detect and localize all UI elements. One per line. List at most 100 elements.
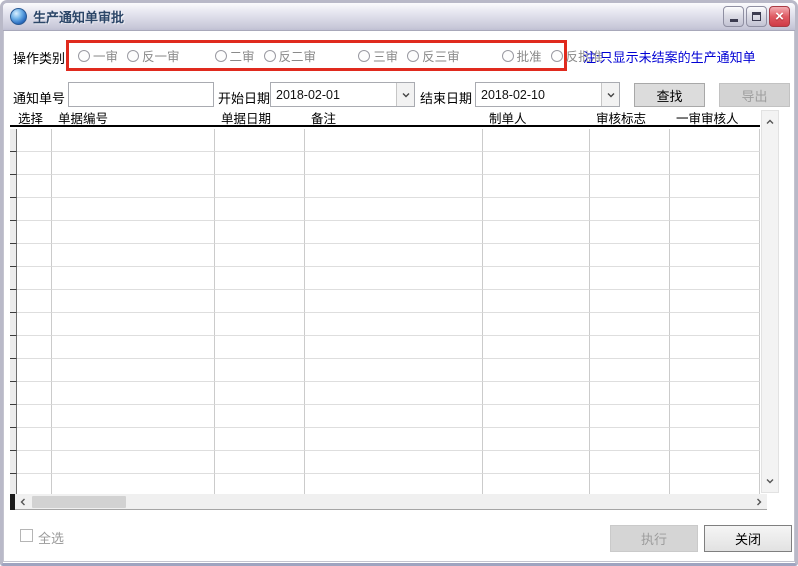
table-cell [17,221,52,244]
radio-icon[interactable] [264,50,276,62]
chevron-down-icon[interactable] [601,83,619,106]
scroll-left-button[interactable] [15,494,31,510]
table-header-cell[interactable]: 一审审核人 [670,108,760,127]
radio-option-反三审[interactable]: 反三审 [407,46,460,65]
scroll-down-button[interactable] [762,473,778,489]
table-row[interactable] [10,129,760,152]
radio-icon[interactable] [502,50,514,62]
select-all-checkbox[interactable] [20,529,33,542]
table-cell [17,129,52,152]
notice-number-input[interactable] [68,82,214,107]
table-cell [52,175,215,198]
table-cell [52,152,215,175]
table-row[interactable] [10,359,760,382]
table-cell [52,359,215,382]
globe-app-icon [10,8,27,25]
table-header-cell[interactable]: 单据编号 [52,108,215,127]
radio-option-批准[interactable]: 批准 [502,46,542,65]
table-cell [483,313,590,336]
start-date-select[interactable]: 2018-02-01 [270,82,415,107]
radio-option-一审[interactable]: 一审 [78,46,118,65]
table-row[interactable] [10,244,760,267]
radio-icon[interactable] [551,50,563,62]
table-cell [305,244,483,267]
scroll-right-button[interactable] [751,494,767,510]
search-button[interactable]: 查找 [634,83,705,107]
radio-option-二审[interactable]: 二审 [215,46,255,65]
table-cell [305,382,483,405]
maximize-button[interactable] [746,6,767,27]
radio-option-反一审[interactable]: 反一审 [127,46,180,65]
table-cell [670,359,760,382]
table-row[interactable] [10,175,760,198]
table-cell [215,267,305,290]
radio-label: 三审 [373,46,398,65]
table-cell [305,129,483,152]
minimize-button[interactable] [723,6,744,27]
table-body [10,129,760,497]
horizontal-scrollbar[interactable] [10,494,767,510]
table-row[interactable] [10,267,760,290]
radio-icon[interactable] [407,50,419,62]
row-indicator [10,198,17,221]
table-cell [670,405,760,428]
table-cell [483,359,590,382]
radio-label: 反三审 [422,46,460,65]
table-row[interactable] [10,451,760,474]
table-cell [215,336,305,359]
table-row[interactable] [10,198,760,221]
radio-icon[interactable] [215,50,227,62]
row-indicator [10,152,17,175]
end-date-select[interactable]: 2018-02-10 [475,82,620,107]
table-row[interactable] [10,336,760,359]
table-cell [305,267,483,290]
radio-option-三审[interactable]: 三审 [358,46,398,65]
table-row[interactable] [10,152,760,175]
row-indicator [10,382,17,405]
table-row[interactable] [10,382,760,405]
table-header-cell[interactable]: 备注 [305,108,483,127]
table-cell [590,290,670,313]
table-cell [215,359,305,382]
close-window-button[interactable]: × [769,6,790,27]
radio-option-反二审[interactable]: 反二审 [264,46,317,65]
chevron-down-icon[interactable] [396,83,414,106]
table-row[interactable] [10,428,760,451]
table-cell [670,152,760,175]
table-cell [670,129,760,152]
table-cell [483,129,590,152]
table-row[interactable] [10,221,760,244]
table-cell [52,336,215,359]
table-cell [590,313,670,336]
table-cell [215,221,305,244]
scroll-up-button[interactable] [762,114,778,130]
close-button[interactable]: 关闭 [704,525,792,552]
table-cell [483,175,590,198]
export-button: 导出 [719,83,790,107]
table-header-cell[interactable]: 单据日期 [215,108,305,127]
table-cell [305,198,483,221]
table-row[interactable] [10,405,760,428]
table-header-cell[interactable]: 审核标志 [590,108,670,127]
table-cell [52,244,215,267]
table-cell [305,428,483,451]
table-cell [305,290,483,313]
radio-icon[interactable] [127,50,139,62]
radio-icon[interactable] [358,50,370,62]
table-row[interactable] [10,313,760,336]
table-cell [215,405,305,428]
table-cell [670,451,760,474]
table-header-cell[interactable]: 选择 [10,108,52,127]
vertical-scrollbar[interactable] [761,110,779,493]
table-header-cell[interactable]: 制单人 [483,108,590,127]
radio-icon[interactable] [78,50,90,62]
table-cell [215,290,305,313]
table-cell [590,451,670,474]
maximize-icon [752,12,761,21]
scrollbar-thumb[interactable] [32,496,126,508]
table-cell [215,129,305,152]
table-cell [17,382,52,405]
table-row[interactable] [10,290,760,313]
table-cell [215,152,305,175]
titlebar[interactable]: 生产通知单审批 × [3,3,795,31]
